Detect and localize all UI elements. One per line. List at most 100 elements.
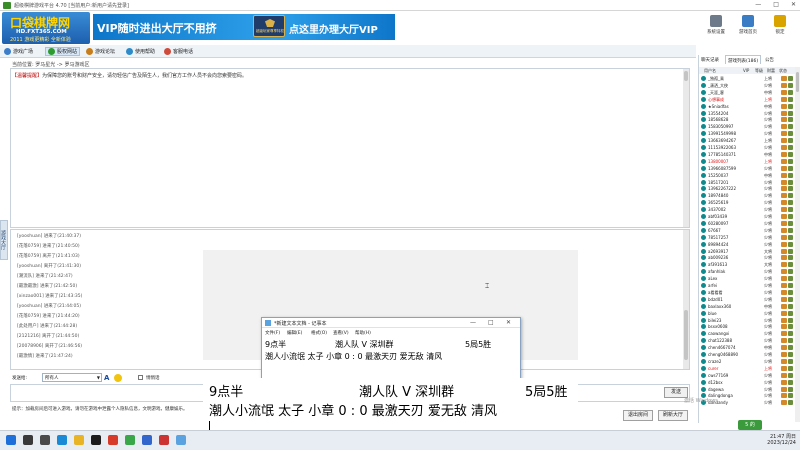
user-row[interactable]: _天涯_客 中将 bbox=[701, 89, 793, 96]
menu-format[interactable]: 格式(O) bbox=[311, 330, 327, 336]
user-row[interactable]: blue 少将 bbox=[701, 310, 793, 317]
game-home-button[interactable]: 游戏首页 bbox=[735, 14, 761, 42]
media-icon[interactable] bbox=[159, 435, 169, 445]
user-row[interactable]: cheng0468890 少将 bbox=[701, 352, 793, 358]
nav-item-help[interactable]: 使用帮助 bbox=[126, 47, 155, 56]
system-clock[interactable]: 21:47 周日 2023/12/24 bbox=[767, 433, 796, 446]
user-row[interactable]: _独孤_乘 上将 bbox=[701, 76, 793, 82]
user-row[interactable]: cws77169 少将 bbox=[701, 372, 793, 379]
user-row[interactable]: 67667 少将 bbox=[701, 227, 793, 234]
user-row[interactable]: arfei 少将 bbox=[701, 283, 793, 289]
minimize-button[interactable]: — bbox=[755, 1, 761, 8]
user-row[interactable]: 心想事成 上将 bbox=[701, 96, 793, 103]
user-row[interactable]: afanhlak 少将 bbox=[701, 269, 793, 275]
user-row[interactable]: d12bsx 少将 bbox=[701, 379, 793, 386]
send-target-select[interactable]: 所有人 ▼ bbox=[42, 373, 102, 382]
status-icon bbox=[788, 89, 793, 95]
windows-start-icon[interactable] bbox=[6, 435, 16, 445]
user-row[interactable]: 13962267222 少将 bbox=[701, 186, 793, 192]
user-row[interactable]: craze2 少将 bbox=[701, 358, 793, 365]
notepad-title: *新建文本文档 - 记事本 bbox=[274, 321, 327, 327]
user-row[interactable]: 60280097 少将 bbox=[701, 220, 793, 227]
user-row[interactable]: dagewa 少将 bbox=[701, 386, 793, 393]
private-checkbox[interactable] bbox=[138, 375, 143, 380]
system-settings-button[interactable]: 系统设置 bbox=[703, 14, 729, 42]
font-icon[interactable]: A bbox=[104, 374, 112, 382]
notepad-icon[interactable] bbox=[176, 435, 186, 445]
user-row[interactable]: curer 上将 bbox=[701, 365, 793, 372]
user-row[interactable]: bilei23 少将 bbox=[701, 317, 793, 324]
menu-help[interactable]: 帮助(H) bbox=[355, 330, 371, 336]
user-row[interactable]: 18517201 少将 bbox=[701, 179, 793, 186]
user-list-scrollbar[interactable] bbox=[795, 67, 800, 422]
user-row[interactable]: 36525619 少将 bbox=[701, 200, 793, 206]
emoji-icon[interactable] bbox=[114, 374, 122, 382]
notepad-window[interactable]: *新建文本文档 - 记事本 — □ ✕ 文件(F) 编辑(E) 格式(O) 查看… bbox=[261, 317, 521, 380]
task-view-icon[interactable] bbox=[40, 435, 50, 445]
status-icon bbox=[788, 372, 793, 378]
close-button[interactable]: ✕ bbox=[791, 1, 796, 8]
tab-notice[interactable]: 公告 bbox=[763, 55, 776, 64]
nav-item-equity[interactable]: 股权网站 bbox=[45, 47, 81, 56]
user-row[interactable]: baxlaxx360 中将 bbox=[701, 303, 793, 310]
user-name: _独孤_乘 bbox=[708, 76, 724, 81]
user-row[interactable]: ★Sniadfas 中将 bbox=[701, 103, 793, 110]
game-icon[interactable] bbox=[108, 435, 118, 445]
floating-badge[interactable]: 5 的 bbox=[738, 420, 762, 430]
exit-room-button[interactable]: 退出房间 bbox=[623, 410, 653, 421]
menu-file[interactable]: 文件(F) bbox=[265, 330, 280, 336]
chat-scrollbar[interactable] bbox=[683, 230, 689, 369]
user-row[interactable]: 17785140371 中将 bbox=[701, 151, 793, 158]
notepad-close-button[interactable]: ✕ bbox=[506, 319, 511, 326]
user-row[interactable]: 18974840 少将 bbox=[701, 193, 793, 199]
lock-button[interactable]: 锁定 bbox=[767, 14, 793, 42]
qq-icon[interactable] bbox=[91, 435, 101, 445]
menu-view[interactable]: 查看(V) bbox=[333, 330, 349, 336]
user-row[interactable]: bdzd01 少将 bbox=[701, 296, 793, 303]
notepad-minimize-button[interactable]: — bbox=[470, 319, 476, 326]
user-row[interactable]: aLex 少将 bbox=[701, 276, 793, 282]
user-row[interactable]: _潇洒_大侠 少将 bbox=[701, 82, 793, 89]
user-row[interactable]: 89894424 少将 bbox=[701, 241, 793, 248]
user-row[interactable]: 1583050997 少将 bbox=[701, 124, 793, 130]
menu-edit[interactable]: 编辑(E) bbox=[287, 330, 302, 336]
user-row[interactable]: chat122388 少将 bbox=[701, 338, 793, 344]
folder-icon[interactable] bbox=[74, 435, 84, 445]
search-icon[interactable] bbox=[23, 435, 33, 445]
side-tab-hall[interactable]: 游戏大厅 bbox=[0, 220, 8, 260]
maximize-button[interactable]: □ bbox=[773, 1, 779, 8]
user-row[interactable]: ab009236 少将 bbox=[701, 255, 793, 261]
user-row[interactable]: a2693917 大将 bbox=[701, 248, 793, 255]
user-row[interactable]: 78517257 少将 bbox=[701, 234, 793, 241]
nav-item-forum[interactable]: 游戏论坛 bbox=[86, 47, 115, 56]
user-row[interactable]: 13991549998 少将 bbox=[701, 131, 793, 137]
user-row[interactable]: 11153922063 少将 bbox=[701, 145, 793, 151]
status-icon bbox=[788, 227, 793, 233]
user-row[interactable]: 13663694267 上将 bbox=[701, 138, 793, 144]
app-icon[interactable] bbox=[142, 435, 152, 445]
vertical-scrollbar[interactable] bbox=[683, 69, 689, 227]
user-row[interactable]: 15250037 中将 bbox=[701, 172, 793, 179]
refresh-hall-button[interactable]: 刷新大厅 bbox=[658, 410, 688, 421]
user-row[interactable]: bsxx0608 少将 bbox=[701, 324, 793, 330]
user-row[interactable]: 13800007 上将 bbox=[701, 158, 793, 165]
user-row[interactable]: 13554204 少将 bbox=[701, 110, 793, 117]
vip-ad-banner[interactable]: VIP随时进出大厅不用挤 超级玩家尊享特权 点这里办理大厅VIP bbox=[93, 14, 395, 40]
chrome-icon[interactable] bbox=[125, 435, 135, 445]
nav-item-phone[interactable]: 客服电话 bbox=[164, 47, 193, 56]
edge-icon[interactable] bbox=[57, 435, 67, 445]
tab-chat-log[interactable]: 聊天记录 bbox=[699, 55, 721, 64]
user-row[interactable]: 13966087599 少将 bbox=[701, 165, 793, 172]
notepad-maximize-button[interactable]: □ bbox=[488, 319, 494, 326]
user-row[interactable]: 3437002 少将 bbox=[701, 207, 793, 213]
user-row[interactable]: af391613 大将 bbox=[701, 262, 793, 268]
user-row[interactable]: abf03439 少将 bbox=[701, 214, 793, 220]
room-display-area[interactable] bbox=[10, 68, 690, 228]
user-row[interactable]: 18568628 少将 bbox=[701, 117, 793, 123]
user-row[interactable]: caowangxi 少将 bbox=[701, 331, 793, 337]
user-row[interactable]: a看看看 少将 bbox=[701, 289, 793, 296]
nav-item-plaza[interactable]: 游戏广场 bbox=[4, 47, 33, 56]
tab-game-list[interactable]: 游戏列表(186) bbox=[725, 55, 762, 64]
user-row[interactable]: chen4667074 中将 bbox=[701, 345, 793, 351]
logo-banner[interactable]: 口袋棋牌网 HD.FXT365.COM 2011 游戏更精彩 全新体验 bbox=[2, 12, 90, 44]
